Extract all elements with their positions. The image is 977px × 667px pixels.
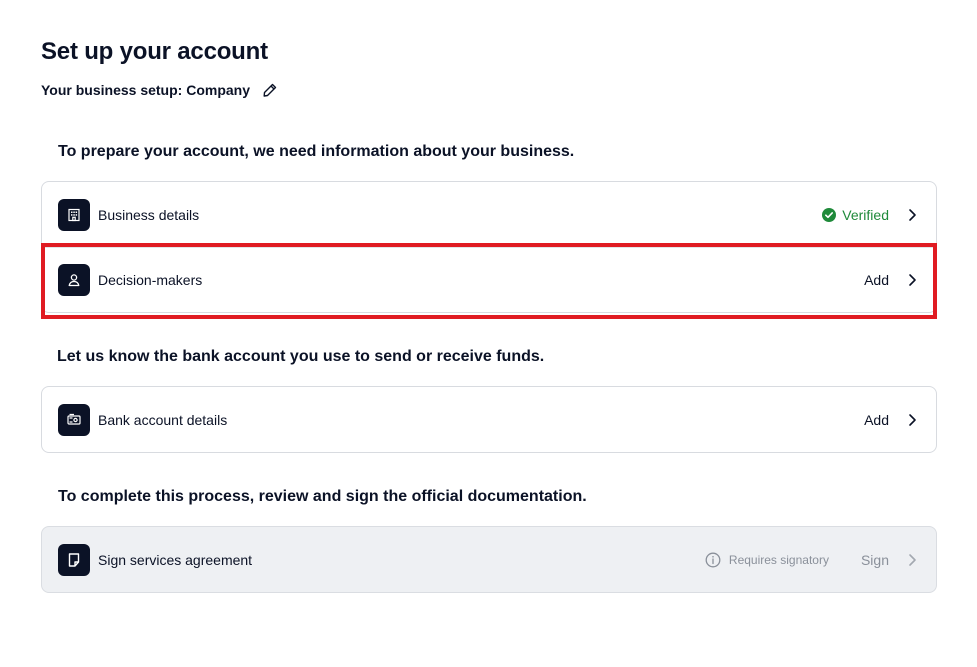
chevron-right-icon bbox=[904, 412, 920, 428]
bank-info-card: Bank account details Add bbox=[41, 386, 937, 453]
chevron-right-icon bbox=[904, 207, 920, 223]
business-setup-label: Your business setup: Company bbox=[41, 82, 250, 98]
add-decision-makers-button[interactable]: Add bbox=[864, 272, 889, 288]
chevron-right-icon bbox=[904, 552, 920, 568]
section-heading-documentation: To complete this process, review and sig… bbox=[58, 488, 587, 505]
check-circle-icon bbox=[822, 207, 837, 222]
business-setup-row: Your business setup: Company bbox=[41, 80, 280, 100]
document-icon bbox=[58, 543, 90, 576]
verified-status: Verified bbox=[822, 207, 889, 223]
building-icon bbox=[58, 198, 90, 231]
decision-makers-label: Decision-makers bbox=[98, 272, 203, 288]
verified-label: Verified bbox=[842, 206, 889, 223]
business-details-row[interactable]: Business details Verified bbox=[42, 182, 936, 247]
info-icon bbox=[705, 552, 721, 567]
documentation-card: Sign services agreement Requires signato… bbox=[41, 526, 937, 593]
business-info-card: Business details Verified Decision-maker… bbox=[41, 181, 937, 313]
decision-makers-row[interactable]: Decision-makers Add bbox=[42, 247, 936, 312]
person-icon bbox=[58, 264, 90, 296]
edit-business-setup-button[interactable] bbox=[260, 80, 280, 100]
bank-card-icon bbox=[58, 403, 90, 436]
requires-signatory-label: Requires signatory bbox=[728, 552, 829, 567]
page-title: Set up your account bbox=[41, 38, 268, 65]
chevron-right-icon bbox=[904, 272, 920, 288]
pencil-icon bbox=[263, 83, 277, 97]
add-bank-account-button[interactable]: Add bbox=[864, 412, 889, 428]
requires-signatory-note: Requires signatory bbox=[705, 552, 829, 568]
sign-services-agreement-label: Sign services agreement bbox=[98, 551, 253, 568]
bank-account-details-row[interactable]: Bank account details Add bbox=[42, 387, 936, 452]
bank-account-details-label: Bank account details bbox=[98, 411, 228, 428]
section-heading-business: To prepare your account, we need informa… bbox=[58, 143, 575, 160]
sign-services-agreement-row: Sign services agreement Requires signato… bbox=[42, 527, 936, 592]
section-heading-bank: Let us know the bank account you use to … bbox=[57, 348, 545, 365]
sign-button: Sign bbox=[860, 551, 889, 568]
business-details-label: Business details bbox=[98, 206, 200, 223]
